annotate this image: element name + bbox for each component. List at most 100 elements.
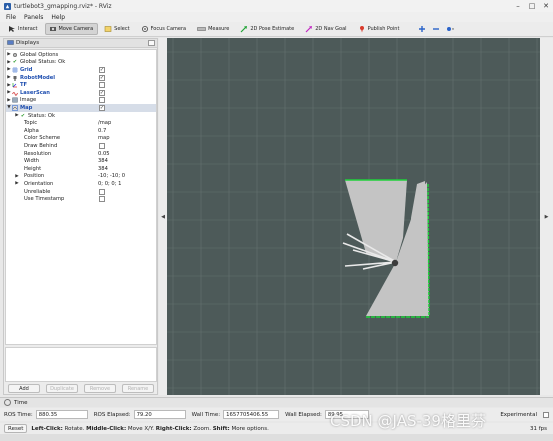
tree-row-orientation[interactable]: ▶ Orientation 0; 0; 0; 1: [6, 180, 156, 188]
row-label: Unreliable: [24, 188, 51, 195]
ruler-icon: [197, 27, 206, 31]
csdn-watermark: CSDN @JAS-39格里芬: [330, 412, 486, 430]
focus-camera-tool-button[interactable]: Focus Camera: [137, 23, 192, 35]
interact-label: Interact: [18, 26, 38, 32]
menu-help[interactable]: Help: [51, 14, 65, 21]
unreliable-checkbox[interactable]: [99, 188, 105, 195]
experimental-label: Experimental: [500, 411, 537, 418]
use-timestamp-checkbox[interactable]: [99, 196, 105, 203]
select-label: Select: [114, 26, 130, 32]
bottom-strip: [0, 434, 553, 441]
grid-checkbox[interactable]: ✓: [99, 66, 105, 73]
tree-row-use-timestamp[interactable]: Use Timestamp: [6, 195, 156, 203]
left-click-desc: Rotate.: [64, 425, 85, 432]
tf-axes-icon: [12, 82, 18, 88]
ros-time-label: ROS Time:: [4, 411, 33, 418]
rename-display-button[interactable]: Rename: [122, 384, 154, 393]
tree-row-robotmodel[interactable]: ▶ RobotModel ✓: [6, 74, 156, 82]
close-window-icon[interactable]: ✕: [539, 0, 553, 12]
move-camera-label: Move Camera: [58, 26, 94, 32]
alpha-value[interactable]: 0.7: [98, 128, 106, 134]
minimize-icon[interactable]: –: [511, 0, 525, 12]
draw-behind-checkbox[interactable]: [99, 142, 105, 149]
shift-hint: Shift:: [212, 425, 230, 432]
tree-row-tf[interactable]: ▶ TF: [6, 81, 156, 89]
right-collapse-handle[interactable]: ▶: [540, 38, 553, 395]
laserscan-checkbox[interactable]: ✓: [99, 89, 105, 96]
tree-row-height[interactable]: Height 384: [6, 165, 156, 173]
topic-value[interactable]: /map: [98, 120, 111, 126]
tree-row-position[interactable]: ▶ Position -10; -10; 0: [6, 173, 156, 181]
reset-button[interactable]: Reset: [4, 424, 28, 433]
right-click-desc: Zoom.: [193, 425, 211, 432]
remove-tool-icon[interactable]: [430, 23, 442, 35]
expand-arrow-icon[interactable]: ▶: [14, 181, 20, 186]
expand-arrow-icon[interactable]: ▶: [14, 174, 20, 179]
tree-row-map-status[interactable]: ▶ ✔ Status: Ok: [6, 112, 156, 120]
menu-panels[interactable]: Panels: [24, 14, 43, 21]
remove-display-button[interactable]: Remove: [84, 384, 116, 393]
tree-row-grid[interactable]: ▶ Grid ✓: [6, 66, 156, 74]
gear-icon: [12, 52, 18, 58]
image-checkbox[interactable]: [99, 97, 105, 104]
experimental-checkbox[interactable]: [543, 411, 549, 418]
tree-row-draw-behind[interactable]: Draw Behind: [6, 142, 156, 150]
add-tool-icon[interactable]: [416, 23, 428, 35]
tree-row-topic[interactable]: Topic /map: [6, 119, 156, 127]
tree-row-unreliable[interactable]: Unreliable: [6, 188, 156, 196]
middle-click-desc: Move X/Y.: [127, 425, 155, 432]
tree-row-resolution[interactable]: Resolution 0.05: [6, 150, 156, 158]
measure-tool-button[interactable]: Measure: [193, 23, 234, 35]
interact-tool-button[interactable]: Interact: [4, 23, 43, 35]
tree-row-width[interactable]: Width 384: [6, 157, 156, 165]
height-value: 384: [98, 165, 108, 172]
tool-options-icon[interactable]: [444, 23, 456, 35]
publish-point-tool-button[interactable]: Publish Point: [354, 23, 405, 35]
wall-time-field[interactable]: 1657705406.55: [223, 410, 280, 419]
window-titlebar: turtlebot3_gmapping.rviz* - RViz – □ ✕: [0, 0, 553, 12]
window-title: turtlebot3_gmapping.rviz* - RViz: [14, 2, 112, 10]
row-label: Global Options: [20, 51, 59, 58]
measure-label: Measure: [208, 26, 230, 32]
maximize-icon[interactable]: □: [525, 0, 539, 12]
tf-checkbox[interactable]: [99, 82, 105, 89]
select-tool-button[interactable]: Select: [100, 23, 134, 35]
map-icon: [12, 105, 18, 111]
tree-row-color-scheme[interactable]: Color Scheme map: [6, 135, 156, 143]
chevron-right-icon: ▶: [544, 213, 549, 220]
row-label: Use Timestamp: [24, 196, 65, 203]
viewport-scene: [167, 38, 540, 395]
tree-row-alpha[interactable]: Alpha 0.7: [6, 127, 156, 135]
displays-title: Displays: [16, 40, 40, 46]
tree-row-laserscan[interactable]: ▶ LaserScan ✓: [6, 89, 156, 97]
row-label: Width: [24, 158, 40, 165]
nav-goal-tool-button[interactable]: 2D Nav Goal: [301, 23, 351, 35]
map-checkbox[interactable]: ✓: [99, 104, 105, 111]
tree-row-global-options[interactable]: ▶ Global Options: [6, 51, 156, 59]
color-scheme-value[interactable]: map: [98, 135, 110, 141]
move-camera-tool-button[interactable]: Move Camera: [44, 23, 99, 35]
ros-elapsed-label: ROS Elapsed:: [93, 411, 131, 418]
occupancy-map: [342, 179, 430, 318]
left-collapse-handle[interactable]: ◀: [159, 38, 167, 395]
render-viewport[interactable]: [167, 38, 540, 395]
row-label: Draw Behind: [24, 142, 58, 149]
duplicate-display-button[interactable]: Duplicate: [46, 384, 78, 393]
ros-elapsed-field[interactable]: 79.20: [133, 410, 186, 419]
tree-row-image[interactable]: ▶ Image: [6, 97, 156, 105]
orientation-value: 0; 0; 0; 1: [98, 180, 122, 187]
map-pin-icon: [359, 26, 364, 33]
add-display-button[interactable]: Add: [8, 384, 40, 393]
wall-right: [427, 183, 430, 317]
menu-file[interactable]: File: [6, 14, 16, 21]
position-value: -10; -10; 0: [98, 173, 126, 180]
tree-row-global-status[interactable]: ▶ ✔ Global Status: Ok: [6, 59, 156, 67]
grid-icon: [12, 66, 18, 73]
panel-close-icon[interactable]: [148, 40, 155, 46]
left-click-hint: Left-Click:: [31, 425, 63, 432]
pose-estimate-tool-button[interactable]: 2D Pose Estimate: [236, 23, 299, 35]
ros-time-field[interactable]: 880.35: [35, 410, 88, 419]
wall-elapsed-label: Wall Elapsed:: [285, 411, 322, 418]
tree-row-map[interactable]: ▼ Map ✓: [6, 104, 156, 112]
robotmodel-checkbox[interactable]: ✓: [99, 74, 105, 81]
